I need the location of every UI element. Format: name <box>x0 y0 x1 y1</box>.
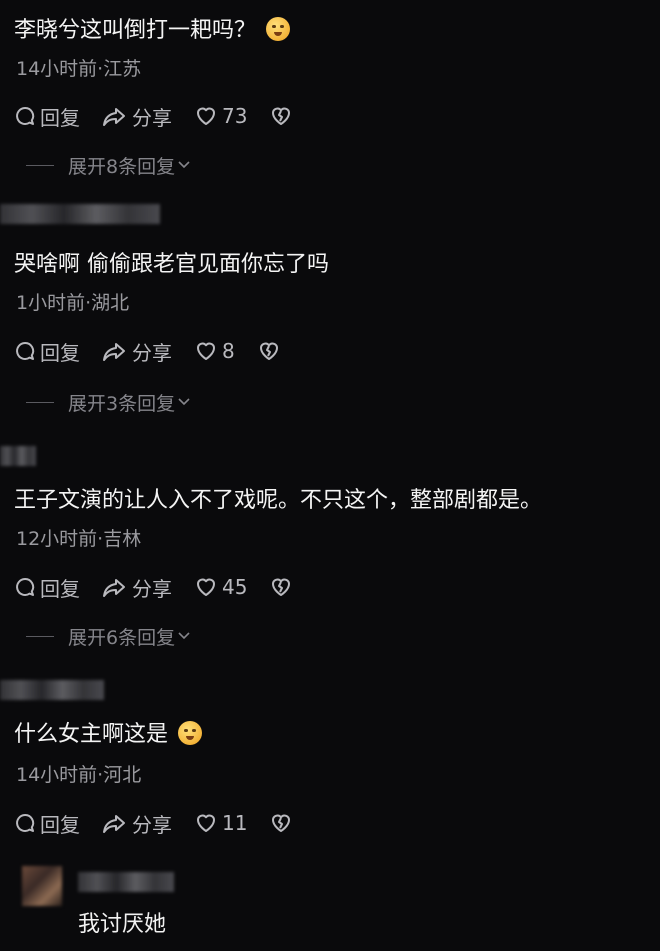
divider-line <box>26 635 54 637</box>
heart-icon <box>197 578 215 596</box>
comment-text: 李晓兮这叫倒打一耙吗？ <box>14 16 291 46</box>
like-button[interactable]: 8 <box>194 339 235 363</box>
comment-meta: 14小时前·河北 <box>16 764 142 786</box>
share-button[interactable]: 分享 <box>102 102 172 131</box>
blurred-username <box>0 446 36 466</box>
like-count: 73 <box>222 104 248 128</box>
comment-text: 哭啥啊 偷偷跟老官见面你忘了吗 <box>14 252 329 277</box>
broken-heart-icon <box>259 342 278 360</box>
heart-icon <box>197 107 215 125</box>
like-count: 45 <box>222 575 248 599</box>
share-button[interactable]: 分享 <box>102 573 172 602</box>
like-button[interactable]: 45 <box>194 575 247 599</box>
comment-bubble-icon <box>16 341 35 360</box>
expand-replies-button[interactable]: 展开6条回复 <box>26 622 191 650</box>
broken-heart-icon <box>272 578 291 596</box>
comment-text: 我讨厌她 <box>78 912 167 937</box>
avatar[interactable] <box>22 866 62 906</box>
dislike-button[interactable] <box>269 105 297 127</box>
share-arrow-icon <box>103 343 125 361</box>
comment-meta: 14小时前·江苏 <box>16 58 142 80</box>
comment-bubble-icon <box>16 106 35 125</box>
share-arrow-icon <box>103 108 125 126</box>
like-count: 11 <box>222 811 248 835</box>
reply-button[interactable]: 回复 <box>14 102 80 131</box>
comment-text: 什么女主啊这是 <box>14 720 203 750</box>
comment-actions: 回复 分享 45 <box>14 572 297 602</box>
like-count: 8 <box>222 339 235 363</box>
share-arrow-icon <box>103 815 125 833</box>
comment-bubble-icon <box>16 813 35 832</box>
blurred-username <box>78 872 174 892</box>
share-arrow-icon <box>103 579 125 597</box>
comment-meta: 12小时前·吉林 <box>16 528 142 550</box>
reply-button[interactable]: 回复 <box>14 809 80 838</box>
broken-heart-icon <box>272 814 291 832</box>
chevron-down-icon <box>178 161 190 169</box>
comment-text: 王子文演的让人入不了戏呢。不只这个，整部剧都是。 <box>14 488 543 513</box>
comment-actions: 回复 分享 11 <box>14 808 297 838</box>
chevron-down-icon <box>178 632 190 640</box>
dislike-button[interactable] <box>269 812 297 834</box>
reply-button[interactable]: 回复 <box>14 337 80 366</box>
share-button[interactable]: 分享 <box>102 809 172 838</box>
expand-replies-button[interactable]: 展开8条回复 <box>26 151 191 179</box>
comment-actions: 回复 分享 8 <box>14 336 285 366</box>
heart-icon <box>197 342 215 360</box>
heart-icon <box>197 814 215 832</box>
dislike-button[interactable] <box>257 340 285 362</box>
blurred-username <box>0 680 104 700</box>
dislike-button[interactable] <box>269 576 297 598</box>
reply-button[interactable]: 回复 <box>14 573 80 602</box>
like-button[interactable]: 73 <box>194 104 247 128</box>
like-button[interactable]: 11 <box>194 811 247 835</box>
comment-meta: 1小时前·湖北 <box>16 292 130 314</box>
comment-actions: 回复 分享 73 <box>14 101 297 131</box>
broken-heart-icon <box>272 107 291 125</box>
blurred-username <box>0 204 160 224</box>
divider-line <box>26 164 54 166</box>
chevron-down-icon <box>178 398 190 406</box>
rolling-eyes-emoji-icon <box>178 721 203 745</box>
divider-line <box>26 401 54 403</box>
smirk-emoji-icon <box>266 17 291 41</box>
comment-bubble-icon <box>16 577 35 596</box>
share-button[interactable]: 分享 <box>102 337 172 366</box>
expand-replies-button[interactable]: 展开3条回复 <box>26 388 191 416</box>
